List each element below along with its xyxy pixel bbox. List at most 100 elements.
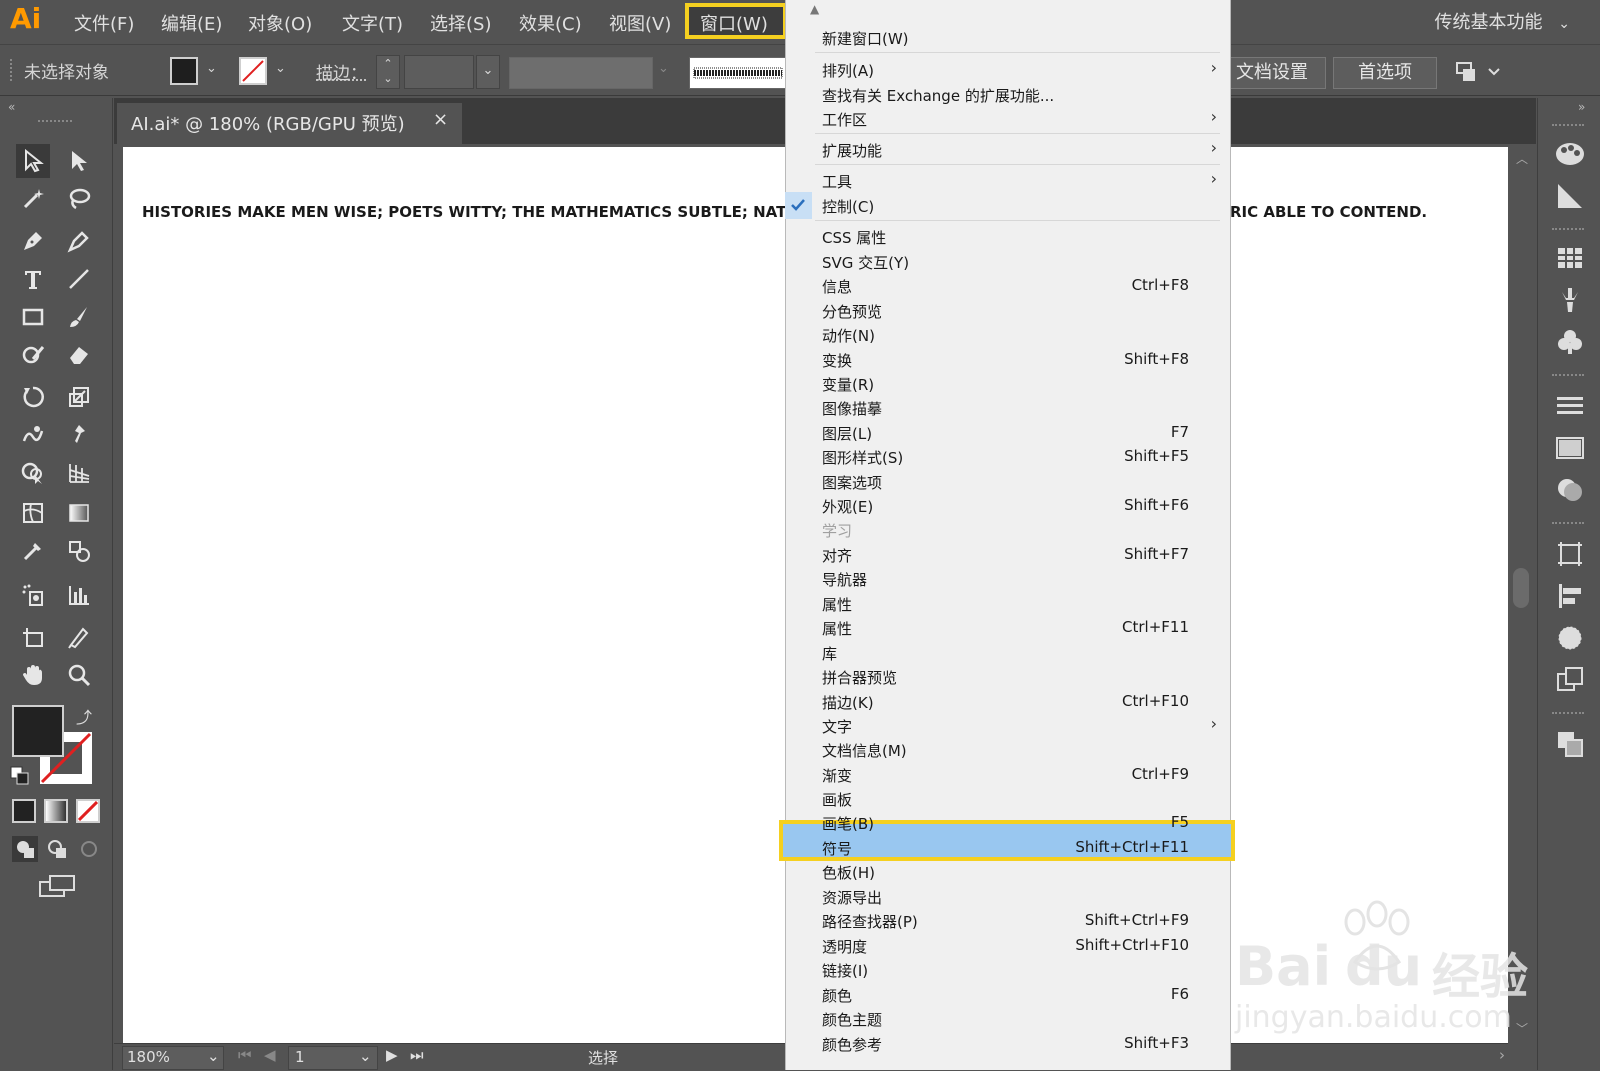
collapse-panel-icon[interactable]: « [8, 100, 15, 114]
menu-item[interactable]: 分色预览 [785, 299, 1229, 324]
rectangle-tool-icon[interactable] [16, 300, 50, 334]
perspective-grid-tool-icon[interactable] [62, 456, 96, 490]
preferences-button[interactable]: 首选项 [1333, 57, 1437, 89]
menu-item[interactable]: 色板(H) [785, 860, 1229, 885]
menu-item[interactable]: 库 [785, 641, 1229, 666]
menu-item[interactable]: 变换 Shift+F8 [785, 348, 1229, 373]
brush-definition[interactable] [689, 57, 787, 89]
menu-item[interactable]: 图层(L) F7 [785, 421, 1229, 446]
draw-normal-icon[interactable] [12, 836, 38, 862]
menu-item[interactable]: 新建窗口(W) [785, 26, 1229, 51]
align-panel-icon[interactable] [1554, 580, 1586, 612]
menu-item[interactable]: 外观(E) Shift+F6 [785, 494, 1229, 519]
color-mode-icon[interactable] [12, 799, 36, 823]
gradient-mode-icon[interactable] [44, 799, 68, 823]
symbols-panel-icon[interactable] [1554, 326, 1586, 358]
selection-tool-icon[interactable] [16, 144, 50, 178]
shape-builder-tool-icon[interactable] [16, 456, 50, 490]
menu-item[interactable]: 属性 [785, 592, 1229, 617]
menu-item[interactable]: 资源导出 [785, 885, 1229, 910]
curvature-tool-icon[interactable] [62, 224, 96, 258]
column-graph-tool-icon[interactable] [62, 578, 96, 612]
chevron-down-icon[interactable]: ⌄ [275, 61, 286, 76]
color-guide-icon[interactable] [1554, 180, 1586, 212]
zoom-select[interactable]: 180% ⌄ [122, 1046, 224, 1070]
zoom-tool-icon[interactable] [62, 658, 96, 692]
rotate-tool-icon[interactable] [16, 380, 50, 414]
menu-item[interactable]: 导航器 [785, 567, 1229, 592]
fill-color-front[interactable] [12, 705, 64, 757]
paintbrush-tool-icon[interactable] [62, 300, 96, 334]
menu-item[interactable]: 工作区 › [785, 107, 1229, 132]
vertical-scrollbar[interactable]: ︿ ﹀ [1508, 144, 1537, 1043]
collapse-panel-icon[interactable]: » [1578, 100, 1585, 114]
stroke-swatch[interactable] [239, 57, 267, 85]
stroke-weight-input[interactable] [404, 55, 474, 89]
current-tool-status[interactable]: 选择 [588, 1047, 618, 1068]
slice-tool-icon[interactable] [62, 620, 96, 654]
appearance-panel-icon[interactable] [1554, 664, 1586, 696]
previous-artboard-icon[interactable]: ◀ [264, 1046, 276, 1064]
menu-item[interactable]: 链接(I) [785, 958, 1229, 983]
menu-item[interactable]: 画板 [785, 787, 1229, 812]
menu-object[interactable]: 对象(O) [248, 10, 312, 36]
menu-item[interactable]: 文档信息(M) [785, 738, 1229, 763]
eyedropper-tool-icon[interactable] [16, 534, 50, 568]
menu-item[interactable]: 颜色主题 [785, 1007, 1229, 1032]
lasso-tool-icon[interactable] [62, 182, 96, 216]
variable-width-profile[interactable] [509, 57, 653, 89]
brushes-panel-icon[interactable] [1554, 284, 1586, 316]
pen-tool-icon[interactable] [16, 224, 50, 258]
menu-item[interactable]: 符号 Shift+Ctrl+F11 [785, 836, 1229, 861]
none-mode-icon[interactable] [76, 799, 100, 823]
shaper-tool-icon[interactable] [16, 338, 50, 372]
workspace-switcher[interactable]: 传统基本功能 ⌄ [1435, 8, 1570, 34]
line-segment-tool-icon[interactable] [62, 262, 96, 296]
menu-edit[interactable]: 编辑(E) [161, 10, 222, 36]
menu-item[interactable]: 属性 Ctrl+F11 [785, 616, 1229, 641]
menu-type[interactable]: 文字(T) [342, 10, 403, 36]
menu-item[interactable]: 排列(A) › [785, 58, 1229, 83]
transparency-panel-icon[interactable] [1554, 474, 1586, 506]
direct-selection-tool-icon[interactable] [62, 144, 96, 178]
screen-mode-icon[interactable] [38, 874, 78, 900]
last-artboard-icon[interactable]: ⏭ [410, 1046, 424, 1064]
puppet-warp-tool-icon[interactable] [62, 418, 96, 452]
default-colors-icon[interactable] [10, 766, 30, 786]
canvas-text-right[interactable]: RIC ABLE TO CONTEND. [1230, 203, 1427, 221]
menu-item[interactable]: 控制(C) [785, 192, 1229, 219]
menu-item[interactable]: 颜色参考 Shift+F3 [785, 1032, 1229, 1057]
menu-item[interactable]: 透明度 Shift+Ctrl+F10 [785, 934, 1229, 959]
menu-item[interactable]: 图形样式(S) Shift+F5 [785, 445, 1229, 470]
document-tab-title[interactable]: AI.ai* @ 180% (RGB/GPU 预览) [131, 110, 405, 136]
menu-item[interactable]: SVG 交互(Y) [785, 250, 1229, 275]
menu-file[interactable]: 文件(F) [74, 10, 134, 36]
chevron-down-icon[interactable]: ⌄ [206, 61, 217, 76]
swatches-panel-icon[interactable] [1554, 242, 1586, 274]
swap-colors-icon[interactable]: ⤴ [76, 704, 92, 728]
pathfinder-panel-icon[interactable] [1554, 622, 1586, 654]
scale-tool-icon[interactable] [62, 380, 96, 414]
scroll-up-icon[interactable]: ︿ [1516, 150, 1528, 167]
menu-item[interactable]: 路径查找器(P) Shift+Ctrl+F9 [785, 909, 1229, 934]
magic-wand-tool-icon[interactable] [16, 182, 50, 216]
menu-item[interactable]: 画笔(B) F5 [785, 811, 1229, 836]
scroll-thumb[interactable] [1513, 568, 1529, 608]
type-tool-icon[interactable] [16, 262, 50, 296]
gradient-panel-icon[interactable] [1554, 432, 1586, 464]
menu-item[interactable]: 变量(R) [785, 372, 1229, 397]
menu-item[interactable]: 文字 › [785, 714, 1229, 739]
first-artboard-icon[interactable]: ⏮ [238, 1046, 252, 1064]
artboard-tool-icon[interactable] [16, 620, 50, 654]
menu-window[interactable]: 窗口(W) [700, 10, 768, 36]
menu-item[interactable]: 颜色 F6 [785, 983, 1229, 1008]
menu-item[interactable]: 对齐 Shift+F7 [785, 543, 1229, 568]
hand-tool-icon[interactable] [16, 658, 50, 692]
menu-item[interactable]: 查找有关 Exchange 的扩展功能... [785, 83, 1229, 108]
warp-tool-icon[interactable] [16, 418, 50, 452]
stroke-label[interactable]: 描边： [316, 59, 367, 84]
menu-item[interactable]: 动作(N) [785, 323, 1229, 348]
stroke-weight-stepper[interactable]: ⌃ ⌄ [376, 55, 400, 89]
transform-panel-icon[interactable] [1554, 538, 1586, 570]
menu-item[interactable]: 渐变 Ctrl+F9 [785, 763, 1229, 788]
